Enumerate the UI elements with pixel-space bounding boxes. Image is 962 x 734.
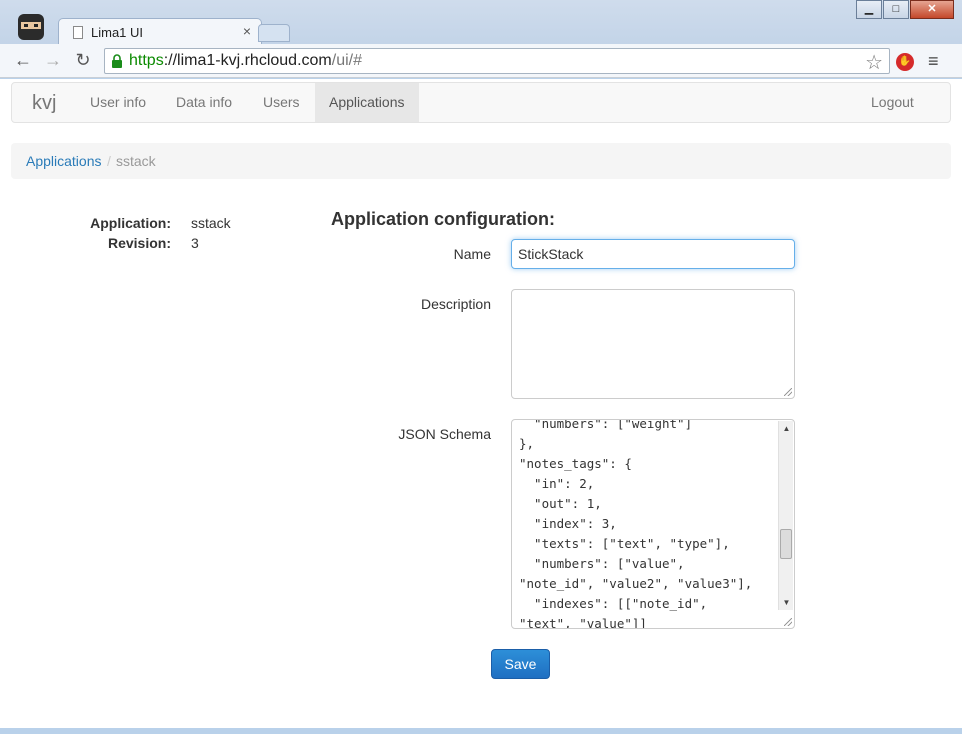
user-avatar[interactable] <box>14 12 48 44</box>
json-schema-line: "in": 2, <box>519 476 595 491</box>
json-schema-line: }, <box>519 436 535 451</box>
new-tab-button[interactable] <box>258 24 290 42</box>
breadcrumb-applications-link[interactable]: Applications <box>26 153 102 169</box>
application-value: sstack <box>191 215 231 231</box>
name-label: Name <box>453 246 491 262</box>
minimize-button[interactable]: ▁ <box>856 0 882 19</box>
forward-icon[interactable]: → <box>42 50 64 71</box>
json-schema-line: "out": 1, <box>519 496 602 511</box>
browser-tab[interactable]: Lima1 UI × <box>58 18 262 46</box>
menu-icon[interactable]: ≡ <box>928 52 939 70</box>
json-schema-line: "indexes": [["note_id", <box>519 596 708 611</box>
browser-toolbar: ← → ↻ https://lima1-kvj.rhcloud.com/ui/#… <box>0 44 962 78</box>
window-titlebar: Lima1 UI × ▁ □ ✕ <box>0 0 962 46</box>
json-schema-line: "texts": ["text", "type"], <box>519 536 730 551</box>
form-title: Application configuration: <box>331 209 555 229</box>
back-icon[interactable]: ← <box>12 50 34 71</box>
breadcrumb-current: sstack <box>116 153 156 169</box>
scroll-thumb[interactable] <box>780 529 792 559</box>
revision-label: Revision: <box>107 235 171 251</box>
description-textarea[interactable] <box>511 289 795 399</box>
revision-value: 3 <box>191 235 199 251</box>
application-label: Application: <box>90 215 171 231</box>
top-navbar: kvj User info Data info Users Applicatio… <box>11 82 951 123</box>
json-schema-line: "text", "value"]] <box>519 616 647 629</box>
json-schema-line: "notes_tags": { <box>519 456 632 471</box>
logout-link[interactable]: Logout <box>857 83 928 122</box>
close-window-button[interactable]: ✕ <box>910 0 954 19</box>
resize-grip-icon[interactable] <box>784 388 792 396</box>
window-controls: ▁ □ ✕ <box>855 0 954 19</box>
save-button[interactable]: Save <box>491 649 550 679</box>
json-schema-content: "numbers": ["weight"]}, "notes_tags": { "… <box>519 419 781 629</box>
adblock-icon[interactable]: ✋ <box>896 53 914 71</box>
tab-title: Lima1 UI <box>91 25 144 40</box>
scroll-up-icon[interactable]: ▲ <box>779 421 794 436</box>
breadcrumb-separator: / <box>107 153 111 169</box>
close-icon[interactable]: × <box>243 23 251 39</box>
url-text: https://lima1-kvj.rhcloud.com/ui/# <box>129 52 362 69</box>
maximize-button[interactable]: □ <box>883 0 909 19</box>
json-schema-label: JSON Schema <box>398 426 491 442</box>
window-bottom-border <box>0 728 962 734</box>
star-icon[interactable]: ☆ <box>865 50 883 75</box>
page-content: kvj User info Data info Users Applicatio… <box>0 79 962 728</box>
breadcrumb: Applications / sstack <box>11 143 951 179</box>
scroll-down-icon[interactable]: ▼ <box>779 595 794 610</box>
navbar-brand[interactable]: kvj <box>32 92 56 115</box>
description-label: Description <box>420 296 491 312</box>
name-input[interactable]: StickStack <box>511 239 795 269</box>
reload-icon[interactable]: ↻ <box>72 50 94 71</box>
address-bar[interactable]: https://lima1-kvj.rhcloud.com/ui/# ☆ <box>104 48 890 74</box>
json-schema-line: "numbers": ["value", <box>519 556 685 571</box>
lock-icon <box>112 54 122 68</box>
resize-grip-icon[interactable] <box>784 618 792 626</box>
json-schema-line: "numbers": ["weight"] <box>519 419 693 431</box>
json-schema-textarea[interactable]: "numbers": ["weight"]}, "notes_tags": { "… <box>511 419 795 629</box>
document-icon <box>73 26 83 39</box>
nav-item-applications[interactable]: Applications <box>315 83 419 122</box>
nav-item-user-info[interactable]: User info <box>76 83 160 122</box>
nav-item-data-info[interactable]: Data info <box>162 83 246 122</box>
json-schema-line: "note_id", "value2", "value3"], <box>519 576 753 591</box>
nav-item-users[interactable]: Users <box>249 83 314 122</box>
json-schema-line: "index": 3, <box>519 516 617 531</box>
textarea-scrollbar[interactable]: ▲ ▼ <box>778 421 793 610</box>
